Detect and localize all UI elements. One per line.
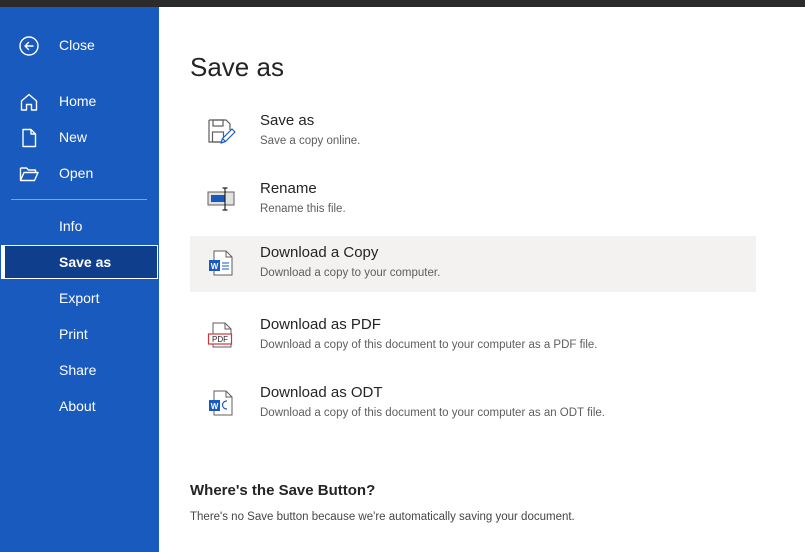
option-description: Download a copy to your computer. — [260, 267, 441, 279]
home-icon — [18, 91, 40, 113]
new-document-icon — [18, 127, 40, 149]
sidebar-divider — [11, 199, 147, 200]
option-title: Download as ODT — [260, 384, 383, 401]
sidebar-item-export[interactable]: Export — [0, 281, 159, 315]
close-button[interactable]: Close — [0, 28, 159, 62]
save-as-panel: Save as Save as Save a copy online. Rena… — [159, 7, 805, 552]
download-odt-option[interactable]: W Download as ODT Download a copy of thi… — [190, 376, 756, 432]
rename-option[interactable]: Rename Rename this file. — [190, 172, 756, 228]
sidebar-item-home[interactable]: Home — [0, 84, 159, 118]
option-description: Download a copy of this document to your… — [260, 339, 598, 351]
sidebar-item-label: Home — [59, 93, 97, 109]
svg-text:W: W — [211, 262, 219, 271]
sidebar-item-open[interactable]: Open — [0, 156, 159, 190]
sidebar-item-share[interactable]: Share — [0, 353, 159, 387]
option-description: Save a copy online. — [260, 135, 361, 147]
option-description: Download a copy of this document to your… — [260, 407, 605, 419]
sidebar-item-label: New — [59, 129, 88, 145]
sidebar-item-label: About — [59, 398, 96, 414]
option-title: Save as — [260, 112, 315, 129]
option-title: Download a Copy — [260, 244, 379, 261]
save-button-help-text: There's no Save button because we're aut… — [190, 511, 575, 523]
word-document-icon: W — [206, 248, 236, 278]
option-title: Rename — [260, 180, 317, 197]
back-arrow-icon — [18, 35, 40, 57]
option-title: Download as PDF — [260, 316, 381, 333]
sidebar-item-label: Share — [59, 362, 97, 378]
sidebar-item-new[interactable]: New — [0, 120, 159, 154]
option-description: Rename this file. — [260, 203, 346, 215]
sidebar-item-label: Print — [59, 326, 88, 342]
sidebar-item-info[interactable]: Info — [0, 209, 159, 243]
sidebar-item-about[interactable]: About — [0, 389, 159, 423]
sidebar-item-label: Open — [59, 165, 94, 181]
rename-icon — [206, 184, 236, 214]
odt-document-icon: W — [206, 388, 236, 418]
backstage-sidebar: Close Home New Open Info Save as Export … — [0, 7, 159, 552]
window-top-bar — [0, 0, 805, 7]
sidebar-item-label: Export — [59, 290, 100, 306]
download-pdf-option[interactable]: PDF Download as PDF Download a copy of t… — [190, 308, 756, 364]
sidebar-item-label: Info — [59, 218, 83, 234]
folder-open-icon — [18, 163, 40, 185]
sidebar-item-print[interactable]: Print — [0, 317, 159, 351]
save-as-option[interactable]: Save as Save a copy online. — [190, 104, 756, 160]
page-title: Save as — [190, 52, 284, 82]
sidebar-item-label: Save as — [59, 254, 112, 270]
download-copy-option[interactable]: W Download a Copy Download a copy to you… — [190, 236, 756, 292]
sidebar-item-save-as[interactable]: Save as — [1, 245, 158, 279]
save-as-icon — [206, 116, 236, 146]
close-label: Close — [59, 37, 95, 53]
save-button-help-heading: Where's the Save Button? — [190, 482, 376, 499]
pdf-icon-label: PDF — [212, 335, 228, 344]
pdf-icon: PDF — [206, 320, 236, 350]
svg-text:W: W — [211, 402, 219, 411]
